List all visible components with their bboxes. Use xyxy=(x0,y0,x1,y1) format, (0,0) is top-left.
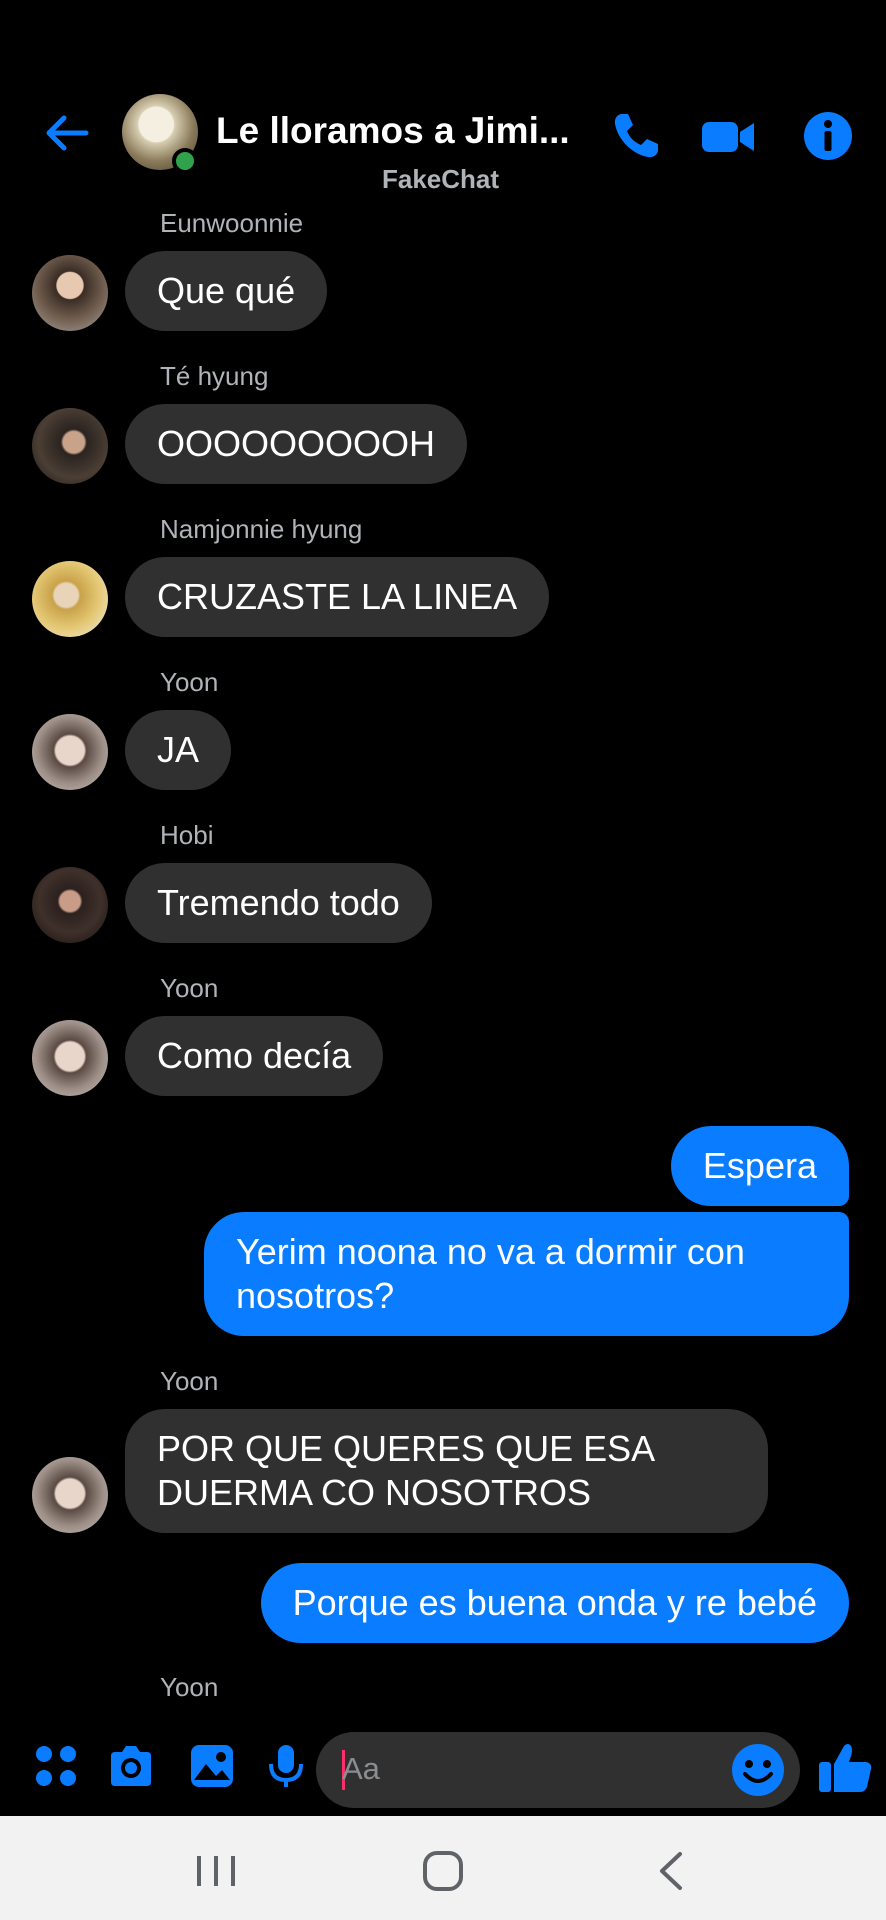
sender-avatar[interactable] xyxy=(32,1457,108,1533)
phone-icon[interactable] xyxy=(608,108,664,164)
sender-avatar[interactable] xyxy=(32,1020,108,1096)
incoming-message[interactable]: Tremendo todo xyxy=(125,863,432,943)
incoming-message[interactable]: Que qué xyxy=(125,251,328,331)
smiley-icon[interactable] xyxy=(730,1742,786,1798)
microphone-icon[interactable] xyxy=(262,1742,310,1790)
sender-avatar[interactable] xyxy=(32,714,108,790)
chat-subtitle: FakeChat xyxy=(382,164,500,194)
home-icon[interactable] xyxy=(418,1846,468,1896)
back-arrow-icon[interactable] xyxy=(42,108,92,158)
sender-name: Té hyung xyxy=(160,361,269,391)
sender-name: Eunwoonnie xyxy=(160,208,304,238)
outgoing-message[interactable]: Porque es buena onda y re bebé xyxy=(260,1563,849,1643)
outgoing-message[interactable]: Espera xyxy=(670,1126,849,1206)
sender-avatar[interactable] xyxy=(32,255,108,331)
four-dots-icon[interactable] xyxy=(32,1742,80,1790)
sender-avatar[interactable] xyxy=(32,408,108,484)
recents-icon[interactable] xyxy=(192,1846,242,1896)
sender-name: Yoon xyxy=(160,1672,219,1702)
chat-title[interactable]: Le lloramos a Jimi... xyxy=(216,110,586,152)
online-status-dot xyxy=(172,148,198,174)
sender-name: Yoon xyxy=(160,973,219,1003)
message-input-placeholder: Aa xyxy=(342,1751,380,1786)
sender-name: Namjonnie hyung xyxy=(160,514,363,544)
incoming-message[interactable]: POR QUE QUERES QUE ESA DUERMA CO NOSOTRO… xyxy=(125,1409,768,1533)
chat-header: Le lloramos a Jimi... FakeChat xyxy=(0,0,886,200)
image-icon[interactable] xyxy=(188,1742,236,1790)
outgoing-message[interactable]: Yerim noona no va a dormir con nosotros? xyxy=(204,1212,849,1336)
sender-avatar[interactable] xyxy=(32,561,108,637)
sender-avatar[interactable] xyxy=(32,867,108,943)
thumbs-up-icon[interactable] xyxy=(816,1738,874,1796)
incoming-message[interactable]: OOOOOOOOOH xyxy=(125,404,468,484)
video-camera-icon[interactable] xyxy=(700,108,756,164)
sender-name: Hobi xyxy=(160,820,214,850)
nav-back-icon[interactable] xyxy=(648,1846,698,1896)
incoming-message[interactable]: CRUZASTE LA LINEA xyxy=(125,557,550,637)
sender-name: Yoon xyxy=(160,1366,219,1396)
message-input[interactable] xyxy=(316,1732,800,1808)
info-icon[interactable] xyxy=(800,108,856,164)
camera-icon[interactable] xyxy=(107,1742,155,1790)
sender-name: Yoon xyxy=(160,667,219,697)
incoming-message[interactable]: Como decía xyxy=(125,1016,384,1096)
incoming-message[interactable]: JA xyxy=(125,710,232,790)
